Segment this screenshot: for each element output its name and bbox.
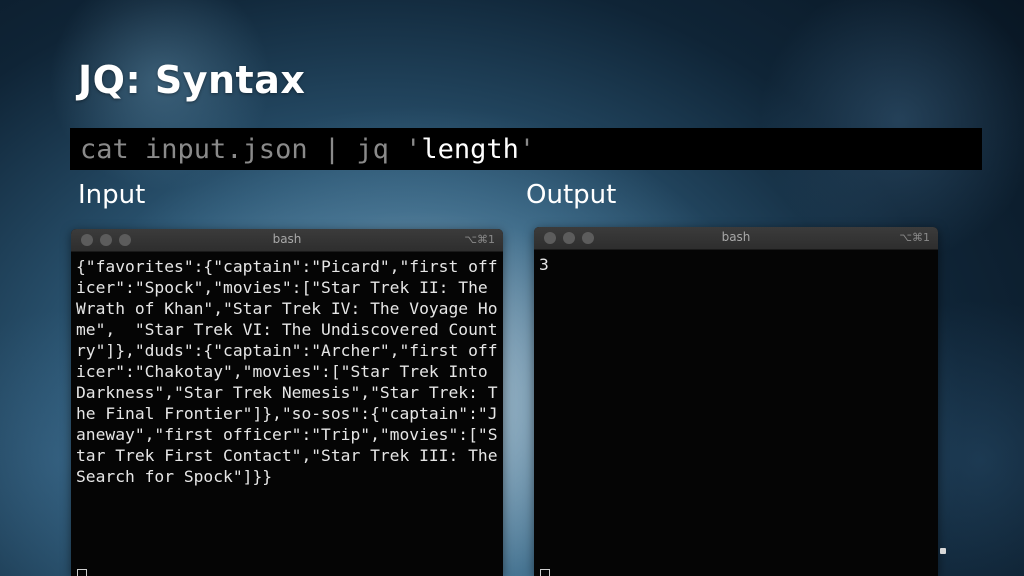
cursor-icon	[77, 569, 87, 576]
cursor-icon	[540, 569, 550, 576]
corner-marker-icon	[940, 548, 946, 554]
terminal-titlebar[interactable]: bash ⌥⌘1	[71, 229, 503, 252]
terminal-shortcut: ⌥⌘1	[464, 233, 495, 246]
terminal-titlebar[interactable]: bash ⌥⌘1	[534, 227, 938, 250]
input-terminal-content[interactable]: {"favorites":{"captain":"Picard","first …	[71, 252, 503, 487]
command-filter: length	[421, 133, 519, 165]
terminal-title: bash	[721, 230, 751, 244]
output-label: Output	[526, 180, 617, 210]
output-terminal-window[interactable]: bash ⌥⌘1 3	[534, 227, 938, 576]
command-prefix: cat input.json | jq '	[80, 133, 422, 165]
terminal-title: bash	[272, 232, 302, 246]
command-suffix: '	[518, 133, 536, 165]
slide-title: JQ: Syntax	[78, 58, 306, 102]
input-label: Input	[78, 180, 146, 210]
command-bar: cat input.json | jq ' length '	[70, 128, 982, 170]
terminal-shortcut: ⌥⌘1	[899, 231, 930, 244]
input-terminal-window[interactable]: bash ⌥⌘1 {"favorites":{"captain":"Picard…	[71, 229, 503, 576]
output-terminal-content[interactable]: 3	[534, 250, 938, 275]
